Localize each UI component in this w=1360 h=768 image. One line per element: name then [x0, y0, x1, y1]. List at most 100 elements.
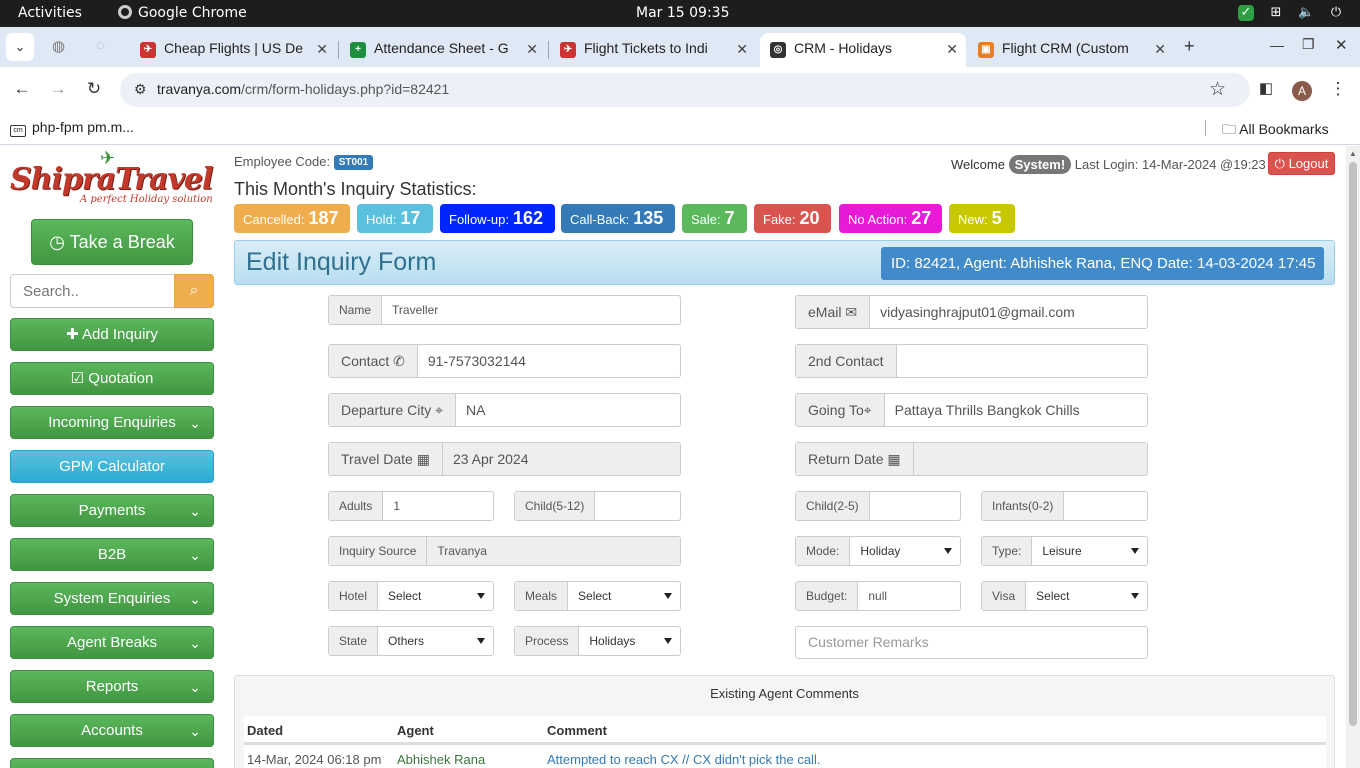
- stat-no-action[interactable]: No Action: 27: [839, 204, 942, 233]
- meals-select[interactable]: Select: [568, 582, 680, 610]
- stat-hold[interactable]: Hold: 17: [357, 204, 433, 233]
- tab-attendance-sheet[interactable]: + Attendance Sheet - G ✕: [340, 33, 546, 67]
- crm-favicon-icon: ▣: [978, 42, 994, 58]
- back-icon[interactable]: ←: [11, 79, 33, 99]
- all-bookmarks[interactable]: 🗀 All Bookmarks: [1222, 119, 1329, 143]
- address-bar[interactable]: ⚙ travanya.com/crm/form-holidays.php?id=…: [120, 73, 1250, 107]
- stat-fake[interactable]: Fake: 20: [754, 204, 831, 233]
- email-input[interactable]: vidyasinghrajput01@gmail.com: [870, 296, 1147, 328]
- payments-button[interactable]: Payments ⌄: [10, 494, 214, 527]
- chevron-down-icon: ⌄: [189, 723, 201, 739]
- departure-input[interactable]: NA: [456, 394, 680, 426]
- child-5-12-input[interactable]: [595, 492, 680, 520]
- name-input[interactable]: Traveller: [382, 296, 680, 324]
- logout-button[interactable]: ⏻ Logout: [1268, 152, 1335, 175]
- tab-flight-crm[interactable]: ▣ Flight CRM (Custom ✕: [968, 33, 1174, 67]
- new-tab-icon[interactable]: +: [1184, 36, 1195, 57]
- travel-date-input[interactable]: 23 Apr 2024: [442, 443, 680, 475]
- activities-button[interactable]: Activities: [18, 5, 82, 21]
- tab-crm-holidays[interactable]: ◎ CRM - Holidays ✕: [760, 33, 966, 67]
- type-select[interactable]: Leisure: [1032, 537, 1147, 565]
- take-a-break-button[interactable]: ◷ Take a Break: [31, 219, 193, 265]
- scroll-up-icon[interactable]: ▲: [1349, 149, 1357, 158]
- url-text[interactable]: travanya.com/crm/form-holidays.php?id=82…: [157, 81, 449, 97]
- tab-search-button[interactable]: ⌄: [6, 33, 34, 61]
- site-info-icon[interactable]: ⚙: [134, 81, 147, 98]
- stat-value: 187: [308, 208, 339, 228]
- stat-follow-up[interactable]: Follow-up: 162: [440, 204, 555, 233]
- second-contact-input[interactable]: [897, 345, 1148, 377]
- b2b-button[interactable]: B2B ⌄: [10, 538, 214, 571]
- agent-breaks-button[interactable]: Agent Breaks ⌄: [10, 626, 214, 659]
- process-select[interactable]: Holidays: [579, 627, 680, 655]
- chrome-menu-icon[interactable]: ⋮: [1327, 79, 1349, 99]
- customer-remarks-input[interactable]: Customer Remarks: [795, 626, 1148, 659]
- scrollbar-thumb[interactable]: [1349, 162, 1357, 726]
- profile-avatar[interactable]: A: [1292, 81, 1312, 101]
- close-tab-icon[interactable]: ✕: [316, 41, 328, 58]
- employee-code-badge: ST001: [333, 155, 374, 170]
- reload-icon[interactable]: ↻: [83, 79, 105, 99]
- network-icon[interactable]: ⊞: [1268, 5, 1284, 21]
- shield-icon[interactable]: ✓: [1238, 5, 1254, 21]
- close-tab-icon[interactable]: ✕: [736, 41, 748, 58]
- email-field: eMail ✉ vidyasinghrajput01@gmail.com: [795, 295, 1148, 329]
- tab-title: Flight CRM (Custom: [1002, 40, 1129, 56]
- crm-favicon-icon: ◎: [770, 42, 786, 58]
- add-inquiry-button[interactable]: ✚ Add Inquiry: [10, 318, 214, 351]
- second-contact-label: 2nd Contact: [796, 345, 897, 377]
- close-tab-icon[interactable]: ✕: [1154, 41, 1166, 58]
- hotel-select[interactable]: Select: [378, 582, 493, 610]
- globe-icon[interactable]: ◍: [52, 37, 65, 55]
- going-to-field: Going To⌖ Pattaya Thrills Bangkok Chills: [795, 393, 1148, 427]
- stat-sale[interactable]: Sale: 7: [682, 204, 747, 233]
- forward-icon[interactable]: →: [47, 79, 69, 99]
- sidebar-label: GPM Calculator: [59, 458, 165, 475]
- incoming-enquiries-button[interactable]: Incoming Enquiries ⌄: [10, 406, 214, 439]
- budget-input[interactable]: null: [858, 582, 960, 610]
- column-header-comment: Comment: [547, 723, 607, 738]
- search-button[interactable]: ⌕: [174, 274, 214, 308]
- return-date-input[interactable]: [913, 443, 1147, 475]
- going-input[interactable]: Pattaya Thrills Bangkok Chills: [885, 394, 1147, 426]
- tab-flight-tickets[interactable]: ✈ Flight Tickets to Indi ✕: [550, 33, 756, 67]
- state-select[interactable]: Others: [378, 627, 493, 655]
- stat-cancelled[interactable]: Cancelled: 187: [234, 204, 350, 233]
- restore-icon[interactable]: ❐: [1302, 36, 1315, 53]
- tab-cheap-flights[interactable]: ✈ Cheap Flights | US De ✕: [130, 33, 336, 67]
- volume-icon[interactable]: 🔈: [1298, 5, 1314, 21]
- power-icon[interactable]: ⏻: [1328, 5, 1344, 21]
- app-menu[interactable]: Google Chrome: [118, 5, 247, 21]
- side-panel-icon[interactable]: ◧: [1255, 79, 1277, 97]
- vertical-scrollbar[interactable]: ▲: [1346, 146, 1360, 768]
- visa-select[interactable]: Select: [1026, 582, 1147, 610]
- more-sidebar-button[interactable]: [10, 758, 214, 768]
- system-enquiries-button[interactable]: System Enquiries ⌄: [10, 582, 214, 615]
- system-tray[interactable]: ✓ ⊞ 🔈 ⏻: [1238, 5, 1344, 21]
- close-window-icon[interactable]: ✕: [1335, 36, 1348, 54]
- child-2-5-field: Child(2-5): [795, 491, 961, 521]
- bookmark-star-icon[interactable]: ☆: [1209, 78, 1226, 101]
- clock[interactable]: Mar 15 09:35: [636, 5, 729, 21]
- mode-select[interactable]: Holiday: [850, 537, 960, 565]
- loading-icon[interactable]: ◌: [96, 37, 105, 54]
- quotation-button[interactable]: ☑ Quotation: [10, 362, 214, 395]
- stat-new[interactable]: New: 5: [949, 204, 1015, 233]
- process-field: Process Holidays: [514, 626, 681, 656]
- close-tab-icon[interactable]: ✕: [946, 41, 958, 58]
- inquiry-source-input[interactable]: Travanya: [427, 537, 680, 565]
- close-tab-icon[interactable]: ✕: [526, 41, 538, 58]
- adults-input[interactable]: 1: [383, 492, 493, 520]
- gpm-calculator-button[interactable]: GPM Calculator: [10, 450, 214, 483]
- minimize-icon[interactable]: —: [1270, 37, 1284, 53]
- travel-date-field: Travel Date ▦ 23 Apr 2024: [328, 442, 681, 476]
- bookmark-item[interactable]: cm php-fpm pm.m...: [10, 119, 134, 137]
- stat-call-back[interactable]: Call-Back: 135: [561, 204, 675, 233]
- infants-input[interactable]: [1064, 492, 1147, 520]
- accounts-button[interactable]: Accounts ⌄: [10, 714, 214, 747]
- contact-input[interactable]: 91-7573032144: [418, 345, 680, 377]
- search-input[interactable]: [10, 274, 176, 308]
- reports-button[interactable]: Reports ⌄: [10, 670, 214, 703]
- child-2-5-input[interactable]: [870, 492, 960, 520]
- brand-logo[interactable]: ✈ ShipraTravel A perfect Holiday solutio…: [10, 148, 214, 208]
